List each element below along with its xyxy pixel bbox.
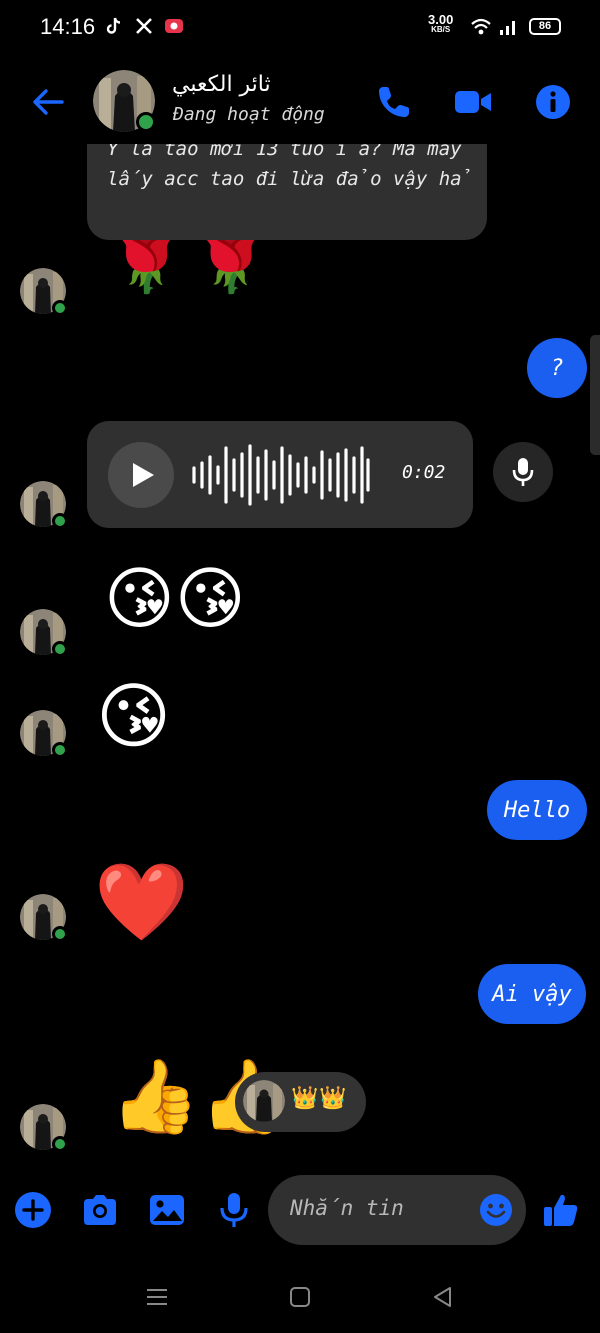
- sender-avatar[interactable]: [20, 1104, 68, 1152]
- kiss-emoji-message[interactable]: 😘: [96, 680, 171, 752]
- status-bar: 14:16 3.00 KB/S 86: [0, 0, 600, 54]
- voice-duration: 0:02: [402, 462, 446, 483]
- video-call-icon[interactable]: [453, 82, 493, 122]
- status-time: 14:16: [40, 14, 96, 39]
- voice-record-icon[interactable]: [214, 1190, 254, 1230]
- heart-emoji-message[interactable]: ❤️: [94, 864, 189, 940]
- x-icon: [136, 18, 152, 34]
- gallery-icon[interactable]: [147, 1190, 187, 1230]
- tiktok-icon: [106, 17, 121, 34]
- play-icon: [133, 463, 154, 487]
- sender-avatar[interactable]: [20, 481, 68, 529]
- camera-icon[interactable]: [80, 1190, 120, 1230]
- like-icon[interactable]: [541, 1190, 581, 1230]
- incoming-message-text: Y là tao mới 13 tuổi à? Mà mày lấy acc t…: [107, 140, 474, 190]
- message-placeholder: Nhắn tin: [290, 1196, 404, 1220]
- emoji-picker-icon[interactable]: [478, 1192, 514, 1228]
- outgoing-message-bubble[interactable]: Ai vậy: [478, 964, 586, 1024]
- online-indicator: [52, 742, 68, 758]
- online-indicator: [52, 641, 68, 657]
- chat-header: ثائر الكعبي Đang hoạt động: [0, 60, 600, 144]
- sender-avatar[interactable]: [20, 894, 68, 942]
- online-indicator: [52, 513, 68, 529]
- recent-apps-icon[interactable]: [142, 1282, 172, 1312]
- message-input[interactable]: Nhắn tin: [268, 1175, 526, 1245]
- back-nav-icon[interactable]: [428, 1282, 458, 1312]
- scrollbar-thumb[interactable]: [590, 335, 600, 455]
- sender-avatar[interactable]: [20, 710, 68, 758]
- signal-icon: [500, 21, 515, 35]
- reaction-emojis: 👑👑: [291, 1086, 348, 1111]
- active-status: Đang hoạt động: [173, 104, 325, 125]
- outgoing-message-bubble[interactable]: ?: [527, 338, 587, 398]
- plus-icon[interactable]: [13, 1190, 53, 1230]
- message-composer: Nhắn tin: [0, 1172, 600, 1252]
- online-indicator: [52, 1136, 68, 1152]
- online-indicator: [52, 926, 68, 942]
- kiss-emoji-message[interactable]: 😘😘: [104, 566, 246, 634]
- transcribe-voice-button[interactable]: [493, 442, 553, 502]
- microphone-icon: [512, 458, 534, 486]
- sender-avatar[interactable]: [20, 609, 68, 657]
- reactor-avatar: [243, 1080, 285, 1122]
- reaction-pill[interactable]: 👑👑: [235, 1072, 366, 1132]
- battery-indicator: 86: [529, 18, 561, 35]
- incoming-message-bubble[interactable]: Y là tao mới 13 tuổi à? Mà mày lấy acc t…: [87, 140, 487, 240]
- info-icon[interactable]: [533, 82, 573, 122]
- wifi-icon: [471, 18, 491, 35]
- outgoing-message-bubble[interactable]: Hello: [487, 780, 587, 840]
- network-speed: 3.00 KB/S: [428, 12, 454, 34]
- play-button[interactable]: [108, 442, 174, 508]
- waveform: [192, 444, 370, 506]
- online-indicator: [52, 300, 68, 316]
- contact-name[interactable]: ثائر الكعبي: [172, 72, 271, 97]
- back-arrow-icon[interactable]: [28, 82, 68, 122]
- sender-avatar[interactable]: [20, 268, 68, 316]
- call-icon[interactable]: [374, 82, 414, 122]
- recorder-icon: [165, 19, 183, 33]
- home-icon[interactable]: [285, 1282, 315, 1312]
- online-indicator: [136, 112, 156, 132]
- system-navigation-bar: [0, 1262, 600, 1333]
